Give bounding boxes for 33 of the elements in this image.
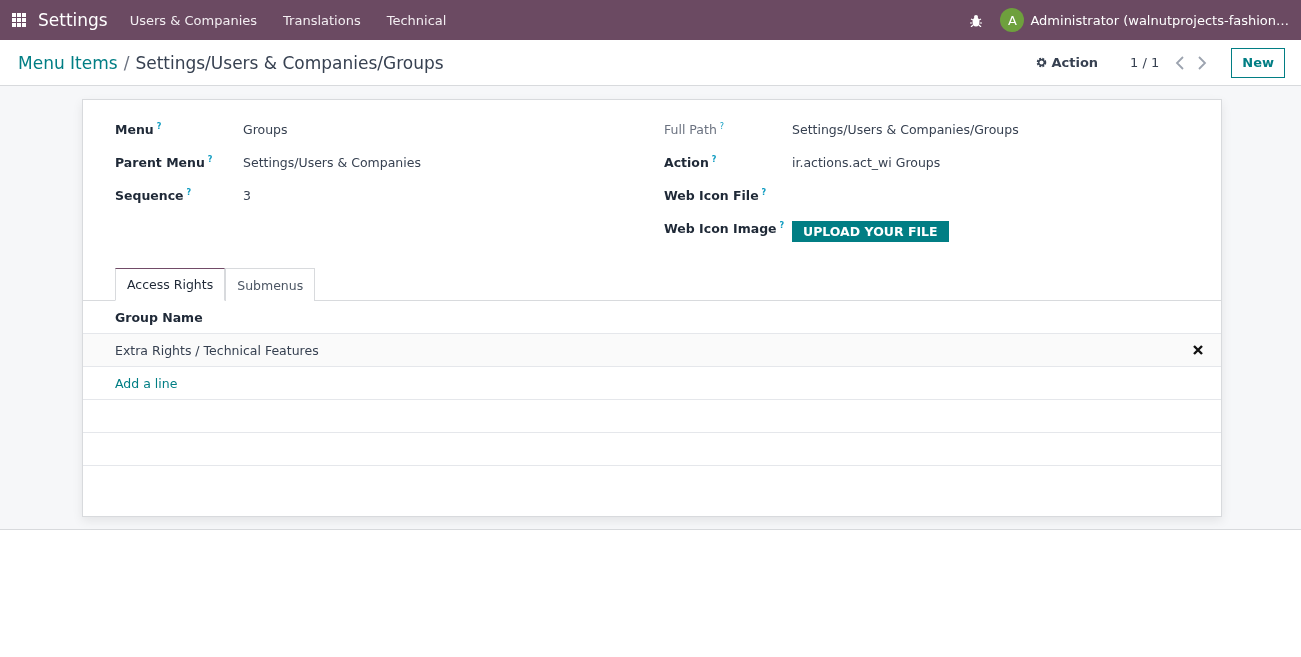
add-line-link[interactable]: Add a line: [115, 375, 178, 391]
field-value: ir.actions.act_wi Groups: [792, 155, 941, 170]
tab[interactable]: Access Rights: [115, 268, 226, 301]
tab[interactable]: Submenus: [225, 268, 316, 301]
field-value: Settings/Users & Companies/Groups: [792, 122, 1019, 137]
apps-grid-icon[interactable]: [12, 13, 26, 27]
field-label: Web Icon File $^{?}$: [664, 188, 767, 204]
field-label: Menu $^{?}$: [115, 122, 162, 138]
field-label: Parent Menu $^{?}$: [115, 155, 213, 171]
field-label: Full Path $^{?}$: [664, 122, 725, 138]
table-cell-text: Extra Rights / Technical Features: [115, 342, 320, 358]
field-label: Sequence $^{?}$: [115, 188, 192, 204]
new-button[interactable]: New: [1231, 47, 1285, 78]
app-title[interactable]: Settings: [38, 10, 108, 30]
pager-value: 1 / 1: [1130, 55, 1160, 70]
field-label: Web Icon Image $^{?}$: [664, 221, 785, 237]
field-value: 3: [243, 188, 251, 203]
action-button[interactable]: Action: [1030, 54, 1105, 71]
bug-icon[interactable]: [970, 13, 983, 27]
field-label: Action $^{?}$: [664, 155, 717, 171]
field-value: Settings/Users & Companies: [243, 155, 421, 170]
nav-menu[interactable]: Users & Companies: [129, 12, 258, 28]
nav-menu[interactable]: Technical: [386, 12, 447, 28]
record-title: Settings/Users & Companies/Groups: [135, 52, 444, 73]
gear-icon: [1036, 57, 1048, 68]
user-name[interactable]: Administrator (walnutprojects-fashion…: [1030, 12, 1289, 28]
table-row[interactable]: Extra Rights / Technical Features: [83, 334, 1221, 367]
nav-menu[interactable]: Translations: [283, 12, 361, 28]
breadcrumb-separator: /: [123, 52, 130, 73]
delete-icon[interactable]: [1193, 345, 1203, 355]
upload-button[interactable]: UPLOAD YOUR FILE: [792, 221, 949, 242]
breadcrumb-link[interactable]: Menu Items: [18, 52, 118, 73]
field-value: Groups: [243, 122, 288, 137]
